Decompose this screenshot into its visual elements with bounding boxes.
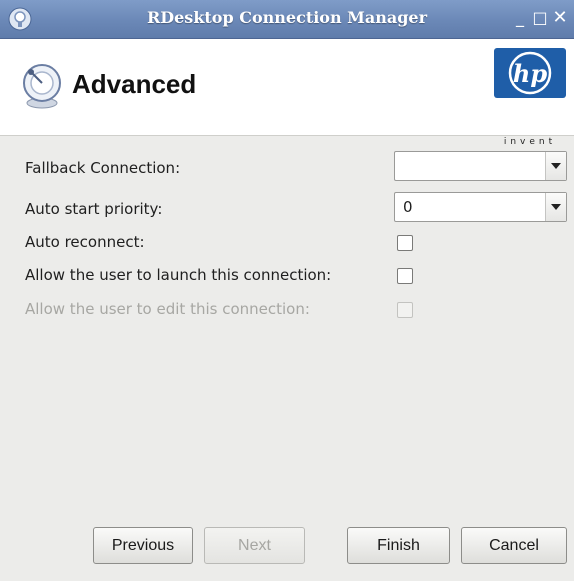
allow-edit-checkbox <box>397 302 413 318</box>
logo-tagline: invent <box>503 137 557 147</box>
auto-start-priority-select[interactable]: 0 <box>394 192 567 222</box>
minimize-button[interactable]: _ <box>510 8 530 28</box>
auto-start-priority-value: 0 <box>403 198 413 216</box>
auto-reconnect-label: Auto reconnect: <box>25 233 145 251</box>
allow-launch-checkbox[interactable] <box>397 268 413 284</box>
finish-button[interactable]: Finish <box>347 527 450 564</box>
logo-text: hp <box>513 59 547 88</box>
satellite-dish-icon <box>23 64 61 109</box>
fallback-connection-label: Fallback Connection: <box>25 159 181 177</box>
chevron-down-icon[interactable] <box>545 193 566 221</box>
hp-logo: hp <box>494 48 566 98</box>
window-title: RDesktop Connection Manager <box>146 8 428 27</box>
cancel-button[interactable]: Cancel <box>461 527 567 564</box>
allow-launch-label: Allow the user to launch this connection… <box>25 266 332 284</box>
next-button: Next <box>204 527 305 564</box>
fallback-connection-select[interactable] <box>394 151 567 181</box>
previous-button[interactable]: Previous <box>93 527 193 564</box>
page-header: Advanced hp invent <box>0 39 574 147</box>
chevron-down-icon[interactable] <box>545 152 566 180</box>
allow-edit-label: Allow the user to edit this connection: <box>25 300 310 318</box>
close-button[interactable]: ✕ <box>550 8 570 28</box>
auto-reconnect-checkbox[interactable] <box>397 235 413 251</box>
page-title: Advanced <box>72 69 197 99</box>
window-titlebar[interactable]: RDesktop Connection Manager _ □ ✕ <box>0 0 574 39</box>
maximize-button[interactable]: □ <box>530 8 550 28</box>
auto-start-priority-label: Auto start priority: <box>25 200 163 218</box>
